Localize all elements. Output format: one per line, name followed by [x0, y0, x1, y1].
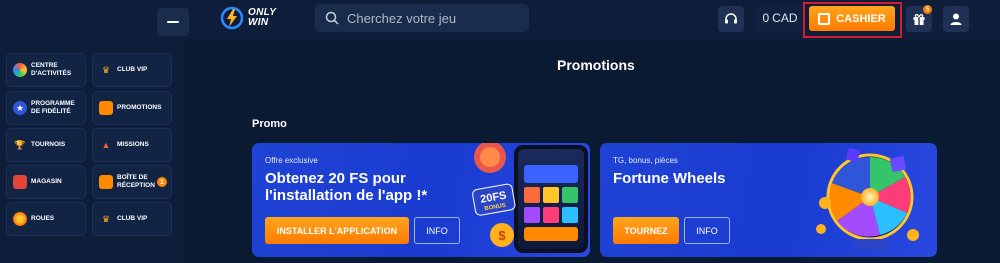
sidebar-item-label: Club VIP	[117, 66, 148, 73]
logo-bolt-icon	[220, 6, 244, 30]
sidebar-item-vip-club-2[interactable]: ♛ Club VIP	[92, 202, 172, 236]
site-logo[interactable]: ONLY WIN	[220, 6, 276, 30]
install-app-button[interactable]: INSTALLER L'APPLICATION	[265, 217, 409, 244]
minus-icon	[167, 21, 179, 23]
sidebar-item-inbox[interactable]: Boîte de réception 1	[92, 165, 172, 199]
sidebar-item-shop[interactable]: Magasin	[6, 165, 86, 199]
crown-icon: ♛	[101, 213, 111, 224]
wheel-icon	[13, 212, 27, 226]
phone-app-illustration: 20FS BONUS $	[472, 143, 588, 253]
logo-text-bottom: WIN	[248, 17, 269, 28]
sidebar: Centre d'activités ♛ Club VIP ★ Programm…	[0, 40, 184, 263]
sidebar-item-vip-club[interactable]: ♛ Club VIP	[92, 53, 172, 87]
sidebar-item-label: Missions	[117, 141, 149, 148]
sidebar-item-label: Centre d'activités	[31, 62, 72, 77]
inbox-icon	[99, 175, 113, 189]
balance-amount: 0	[762, 11, 770, 25]
sidebar-item-label: Promotions	[117, 104, 162, 111]
sidebar-item-activity-center[interactable]: Centre d'activités	[6, 53, 86, 87]
trophy-icon: 🏆	[14, 139, 26, 150]
sidebar-item-label: Magasin	[31, 178, 62, 185]
cashier-button[interactable]: CASHIER	[809, 6, 895, 31]
rocket-icon: ▲	[101, 140, 111, 150]
cashier-label: CASHIER	[836, 12, 886, 25]
gift-box-icon	[99, 101, 113, 115]
headset-icon	[725, 13, 737, 24]
sidebar-item-label: Club VIP	[117, 215, 148, 222]
wallet-icon	[818, 12, 831, 25]
inbox-count-badge: 1	[157, 177, 167, 187]
sidebar-item-label: Roues	[31, 215, 55, 222]
user-icon	[950, 13, 962, 25]
info-button[interactable]: INFO	[684, 217, 730, 244]
sidebar-item-label: Programme de fidélité	[31, 100, 75, 115]
sidebar-item-wheels[interactable]: Roues	[6, 202, 86, 236]
promo-card-fortune-wheels[interactable]: TG, bonus, pièces Fortune Wheels TOURNEZ…	[600, 143, 937, 257]
info-button[interactable]: INFO	[414, 217, 460, 244]
fortune-wheel-illustration	[816, 148, 919, 251]
top-header: ONLY WIN Cherchez votre jeu 0 CAD CASHIE…	[0, 0, 1000, 40]
svg-text:$: $	[498, 228, 506, 243]
search-placeholder: Cherchez votre jeu	[347, 10, 457, 26]
promo-card-eyebrow: Offre exclusive	[265, 156, 318, 165]
menu-toggle-button[interactable]	[157, 8, 189, 36]
gift-count-badge: 5	[923, 5, 932, 14]
balance-display[interactable]: 0 CAD	[755, 4, 805, 32]
promo-card-headline: Obtenez 20 FS pour l'installation de l'a…	[265, 170, 428, 204]
sidebar-item-missions[interactable]: ▲ Missions	[92, 128, 172, 162]
shop-icon	[13, 175, 27, 189]
promo-card-headline: Fortune Wheels	[613, 170, 726, 187]
promo-card-eyebrow: TG, bonus, pièces	[613, 156, 678, 165]
sidebar-item-tournaments[interactable]: 🏆 Tournois	[6, 128, 86, 162]
sidebar-item-label: Tournois	[31, 141, 66, 148]
search-icon	[325, 11, 339, 25]
spin-button[interactable]: TOURNEZ	[613, 217, 679, 244]
gift-icon	[913, 14, 925, 25]
promo-card-app-install[interactable]: Offre exclusive Obtenez 20 FS pour l'ins…	[252, 143, 590, 257]
sidebar-item-loyalty-program[interactable]: ★ Programme de fidélité	[6, 91, 86, 125]
account-button[interactable]	[943, 6, 969, 32]
search-input[interactable]: Cherchez votre jeu	[315, 4, 529, 32]
loyalty-icon: ★	[13, 101, 27, 115]
support-button[interactable]	[718, 6, 744, 32]
activity-wheel-icon	[13, 63, 27, 77]
crown-icon: ♛	[101, 64, 111, 75]
sidebar-item-promotions[interactable]: Promotions	[92, 91, 172, 125]
balance-currency: CAD	[772, 11, 798, 25]
page-title: Promotions	[557, 57, 635, 73]
section-title: Promo	[252, 118, 287, 130]
